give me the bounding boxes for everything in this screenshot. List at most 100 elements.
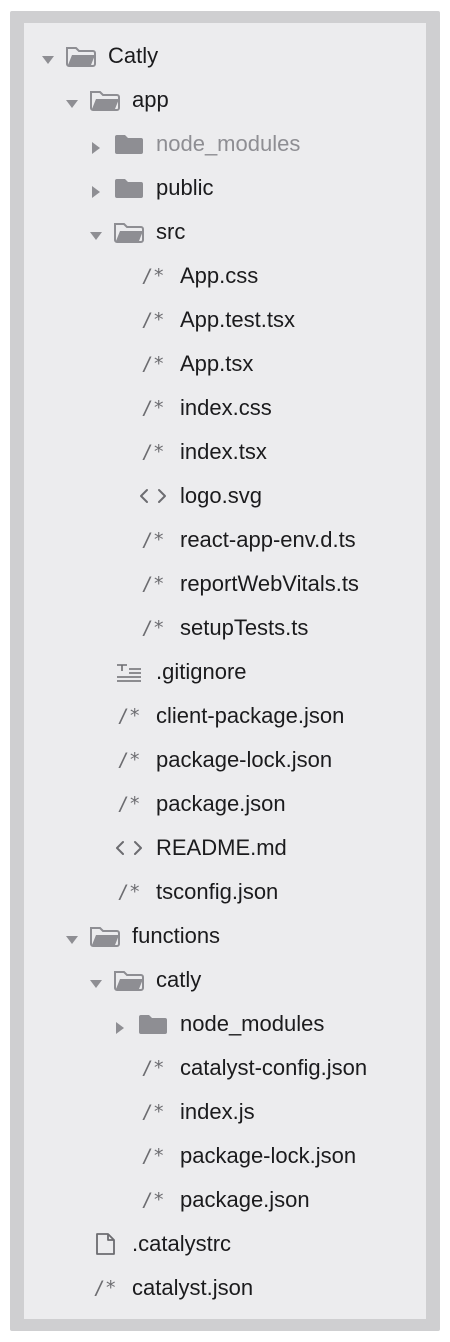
disclosure-expanded-icon[interactable] bbox=[64, 928, 80, 944]
svg-text:/*: /* bbox=[142, 397, 165, 419]
file-row-index-js[interactable]: /* index.js bbox=[24, 1090, 426, 1134]
file-label: App.test.tsx bbox=[180, 307, 295, 332]
disclosure-collapsed-icon[interactable] bbox=[112, 1016, 128, 1034]
svg-text:/*: /* bbox=[142, 1145, 165, 1167]
svg-text:/*: /* bbox=[142, 529, 165, 551]
code-comment-icon: /* bbox=[136, 262, 170, 290]
file-label: react-app-env.d.ts bbox=[180, 527, 356, 552]
file-row-app-tsx[interactable]: /* App.tsx bbox=[24, 342, 426, 386]
file-row-package-json[interactable]: /* package.json bbox=[24, 1178, 426, 1222]
code-comment-icon: /* bbox=[112, 746, 146, 774]
file-label: catalyst.json bbox=[132, 1275, 254, 1300]
file-row-app-test-tsx[interactable]: /* App.test.tsx bbox=[24, 298, 426, 342]
file-row-gitignore[interactable]: .gitignore bbox=[24, 650, 426, 694]
svg-text:/*: /* bbox=[118, 749, 141, 771]
code-comment-icon: /* bbox=[136, 614, 170, 642]
code-comment-icon: /* bbox=[136, 350, 170, 378]
code-comment-icon: /* bbox=[136, 394, 170, 422]
file-label: tsconfig.json bbox=[156, 879, 279, 904]
file-row-catalyst-config-json[interactable]: /* catalyst-config.json bbox=[24, 1046, 426, 1090]
folder-label: public bbox=[156, 175, 214, 200]
file-row-package-lock-json[interactable]: /* package-lock.json bbox=[24, 1134, 426, 1178]
file-label: package-lock.json bbox=[180, 1143, 357, 1168]
file-row-setuptests-ts[interactable]: /* setupTests.ts bbox=[24, 606, 426, 650]
file-label: .catalystrc bbox=[132, 1231, 232, 1256]
file-label: index.js bbox=[180, 1099, 255, 1124]
file-row-package-json[interactable]: /* package.json bbox=[24, 782, 426, 826]
folder-icon bbox=[112, 130, 146, 158]
svg-text:/*: /* bbox=[118, 881, 141, 903]
file-label: package.json bbox=[180, 1187, 310, 1212]
folder-icon bbox=[136, 1010, 170, 1038]
blank-document-icon bbox=[88, 1230, 122, 1258]
code-comment-icon: /* bbox=[136, 526, 170, 554]
disclosure-collapsed-icon[interactable] bbox=[88, 136, 104, 154]
folder-open-icon bbox=[112, 218, 146, 246]
disclosure-expanded-icon[interactable] bbox=[40, 48, 56, 64]
file-row-tsconfig-json[interactable]: /* tsconfig.json bbox=[24, 870, 426, 914]
file-row-package-lock-json[interactable]: /* package-lock.json bbox=[24, 738, 426, 782]
file-label: package.json bbox=[156, 791, 286, 816]
svg-text:/*: /* bbox=[142, 441, 165, 463]
file-label: index.tsx bbox=[180, 439, 267, 464]
file-row-catalystrc[interactable]: .catalystrc bbox=[24, 1222, 426, 1266]
svg-text:/*: /* bbox=[142, 1189, 165, 1211]
project-navigator-panel: Catly app node_modules public src/* App.css/*… bbox=[24, 23, 426, 1319]
folder-label: functions bbox=[132, 923, 221, 948]
file-label: index.css bbox=[180, 395, 272, 420]
svg-text:/*: /* bbox=[142, 617, 165, 639]
folder-label: app bbox=[132, 87, 169, 112]
folder-row-catly[interactable]: catly bbox=[24, 958, 426, 1002]
file-row-index-tsx[interactable]: /* index.tsx bbox=[24, 430, 426, 474]
file-row-react-app-env-d-ts[interactable]: /* react-app-env.d.ts bbox=[24, 518, 426, 562]
svg-text:/*: /* bbox=[142, 265, 165, 287]
folder-label: node_modules bbox=[180, 1011, 325, 1036]
folder-open-icon bbox=[88, 922, 122, 950]
file-row-readme-md[interactable]: README.md bbox=[24, 826, 426, 870]
file-label: reportWebVitals.ts bbox=[180, 571, 359, 596]
file-row-index-css[interactable]: /* index.css bbox=[24, 386, 426, 430]
code-comment-icon: /* bbox=[112, 702, 146, 730]
svg-text:/*: /* bbox=[118, 705, 141, 727]
folder-open-icon bbox=[64, 42, 98, 70]
svg-text:/*: /* bbox=[142, 1057, 165, 1079]
angle-brackets-icon bbox=[136, 482, 170, 510]
code-comment-icon: /* bbox=[112, 878, 146, 906]
folder-row-functions[interactable]: functions bbox=[24, 914, 426, 958]
file-row-app-css[interactable]: /* App.css bbox=[24, 254, 426, 298]
disclosure-expanded-icon[interactable] bbox=[88, 972, 104, 988]
file-label: README.md bbox=[156, 835, 287, 860]
svg-text:/*: /* bbox=[118, 793, 141, 815]
file-label: client-package.json bbox=[156, 703, 345, 728]
folder-icon bbox=[112, 174, 146, 202]
disclosure-expanded-icon[interactable] bbox=[88, 224, 104, 240]
file-label: catalyst-config.json bbox=[180, 1055, 368, 1080]
svg-text:/*: /* bbox=[94, 1277, 117, 1299]
text-lines-icon bbox=[112, 658, 146, 686]
code-comment-icon: /* bbox=[136, 1098, 170, 1126]
file-row-logo-svg[interactable]: logo.svg bbox=[24, 474, 426, 518]
disclosure-expanded-icon[interactable] bbox=[64, 92, 80, 108]
navigator-frame: Catly app node_modules public src/* App.css/*… bbox=[10, 11, 440, 1331]
folder-label: node_modules bbox=[156, 131, 301, 156]
code-comment-icon: /* bbox=[112, 790, 146, 818]
folder-label: catly bbox=[156, 967, 202, 992]
svg-text:/*: /* bbox=[142, 573, 165, 595]
folder-label: Catly bbox=[108, 43, 159, 68]
file-label: logo.svg bbox=[180, 483, 262, 508]
file-row-client-package-json[interactable]: /* client-package.json bbox=[24, 694, 426, 738]
folder-row-app[interactable]: app bbox=[24, 78, 426, 122]
file-row-reportwebvitals-ts[interactable]: /* reportWebVitals.ts bbox=[24, 562, 426, 606]
folder-row-node-modules[interactable]: node_modules bbox=[24, 122, 426, 166]
folder-row-catly[interactable]: Catly bbox=[24, 34, 426, 78]
folder-row-src[interactable]: src bbox=[24, 210, 426, 254]
folder-row-public[interactable]: public bbox=[24, 166, 426, 210]
folder-open-icon bbox=[112, 966, 146, 994]
file-row-catalyst-json[interactable]: /* catalyst.json bbox=[24, 1266, 426, 1310]
svg-text:/*: /* bbox=[142, 1101, 165, 1123]
file-label: .gitignore bbox=[156, 659, 247, 684]
disclosure-collapsed-icon[interactable] bbox=[88, 180, 104, 198]
folder-row-node-modules[interactable]: node_modules bbox=[24, 1002, 426, 1046]
code-comment-icon: /* bbox=[136, 1186, 170, 1214]
folder-label: src bbox=[156, 219, 186, 244]
